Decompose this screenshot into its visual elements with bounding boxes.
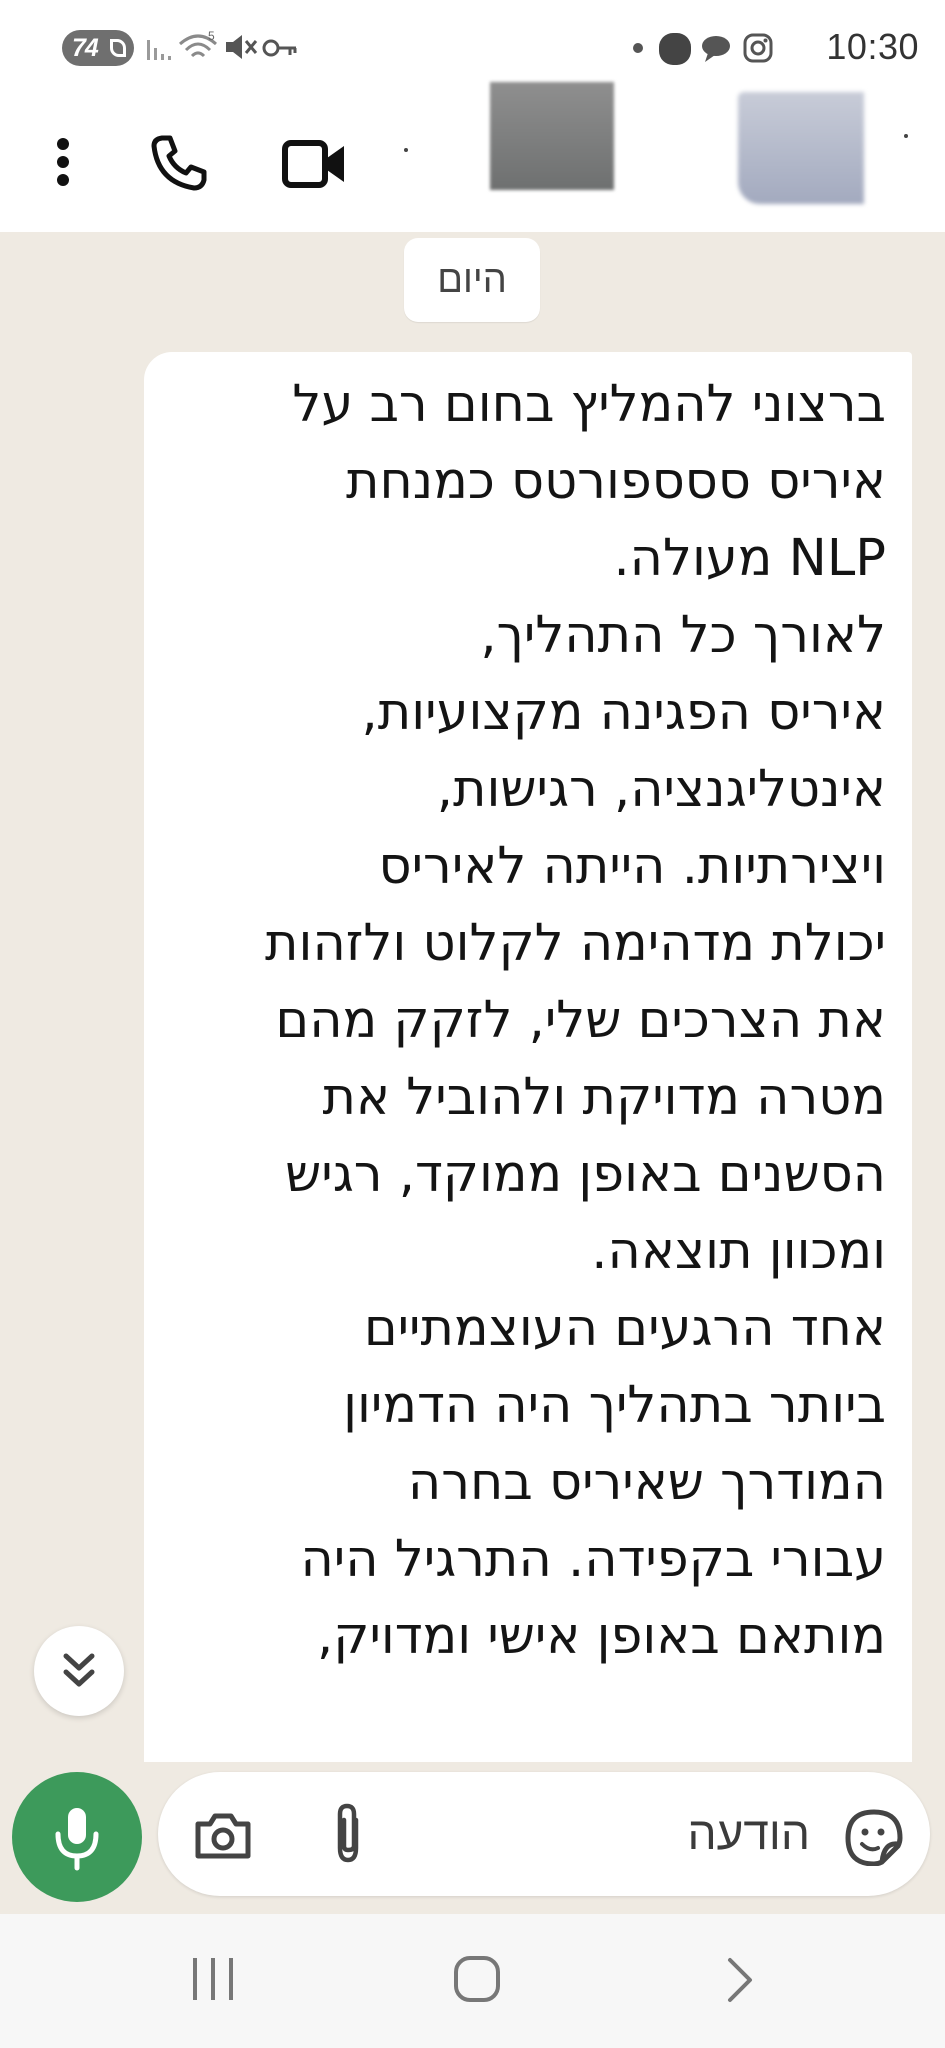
battery-saver-icon [110, 39, 126, 57]
notification-dot-icon [633, 43, 643, 53]
incoming-message-bubble[interactable]: ברצוני להמליץ בחום רב על איריס ססספורטס … [144, 352, 912, 1762]
svg-text:5: 5 [208, 30, 215, 43]
sticker-icon[interactable] [844, 1808, 904, 1866]
message-line: ומכוון תוצאה. [591, 1222, 886, 1281]
system-navigation-bar [0, 1914, 945, 2048]
avatar-separator [404, 148, 408, 152]
date-chip: היום [404, 238, 540, 322]
microphone-icon [55, 1808, 99, 1871]
battery-indicator: 74 [62, 30, 134, 66]
double-chevron-down-icon [63, 1653, 95, 1687]
message-line: לאורך כל התהליך, [480, 606, 886, 665]
contact-avatar[interactable] [490, 82, 614, 190]
message-line: עבורי בקפידה. התרגיל היה [300, 1530, 886, 1589]
voice-call-icon[interactable] [148, 134, 208, 194]
message-line: את הצרכים שלי, לזקק מהם [275, 991, 886, 1050]
more-options-icon[interactable] [48, 132, 78, 192]
camera-icon[interactable] [194, 1810, 252, 1860]
status-bar: 74 5 10:30 [0, 0, 945, 92]
contact-name[interactable] [738, 92, 864, 204]
message-line: איריס הפגינה מקצועיות, [361, 683, 886, 742]
message-text: ברצוני להמליץ בחום רב על איריס ססספורטס … [144, 352, 912, 1675]
scroll-to-bottom-button[interactable] [34, 1626, 124, 1716]
battery-level: 74 [72, 34, 99, 62]
home-icon[interactable] [452, 1954, 502, 2004]
signal-icon [147, 40, 171, 60]
message-line: יכולת מדהימה לקלוט ולזהות [265, 914, 886, 973]
recent-apps-icon[interactable] [190, 1954, 236, 2004]
message-line: איריס ססספורטס כמנחת [345, 452, 886, 511]
back-icon[interactable] [722, 1956, 756, 2004]
chat-icon [702, 36, 730, 62]
message-line: ברצוני להמליץ בחום רב על [292, 375, 886, 434]
attach-icon[interactable] [328, 1800, 368, 1866]
video-call-icon[interactable] [282, 138, 348, 190]
instagram-icon [743, 33, 773, 63]
vpn-key-icon [262, 39, 297, 57]
wifi-icon: 5 [179, 30, 217, 58]
voice-message-button[interactable] [12, 1772, 142, 1902]
message-line: הסשנים באופן ממוקד, רגיש [285, 1145, 886, 1204]
notification-icon [659, 33, 691, 65]
message-line: ויצירתיות. הייתה לאיריס [378, 837, 886, 896]
avatar-separator-right [904, 134, 908, 138]
message-line: אחד הרגעים העוצמתיים [363, 1299, 886, 1358]
message-input[interactable]: הודעה [687, 1806, 810, 1860]
message-composer[interactable]: הודעה [158, 1772, 930, 1896]
mute-icon [226, 35, 258, 59]
chat-header [0, 82, 945, 232]
message-line: אינטליגנציה, רגישות, [436, 760, 886, 819]
message-line: מטרה מדויקת ולהוביל את [322, 1068, 886, 1127]
message-line: מותאם באופן אישי ומדויק, [317, 1607, 886, 1666]
message-line: המודרך שאיריס בחרה [407, 1453, 886, 1512]
clock: 10:30 [826, 26, 919, 67]
message-line: NLP מעולה. [613, 529, 886, 588]
message-line: ביותר בתהליך היה הדמיון [343, 1376, 886, 1435]
